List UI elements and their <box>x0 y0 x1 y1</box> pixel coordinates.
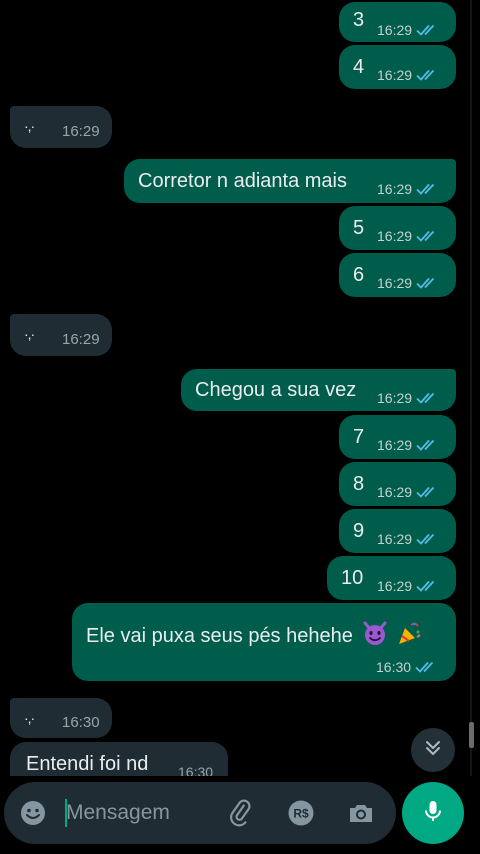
microphone-button[interactable] <box>402 782 464 844</box>
message-time: 16:29 <box>377 22 413 38</box>
message-text: ·,· <box>24 118 35 134</box>
message-meta: 16:29 <box>377 390 440 406</box>
message-composer: R$ <box>4 782 396 844</box>
message-outgoing[interactable]: 8 16:29 <box>339 462 456 506</box>
message-meta: 16:29 <box>377 22 440 38</box>
microphone-icon <box>420 798 446 829</box>
double-check-icon <box>416 391 440 405</box>
message-time: 16:29 <box>377 437 413 453</box>
message-input[interactable] <box>64 797 236 829</box>
double-check-icon <box>416 68 440 82</box>
text-caret <box>65 799 67 827</box>
message-outgoing[interactable]: 7 16:29 <box>339 415 456 459</box>
message-meta: 16:29 <box>62 124 100 140</box>
message-time: 16:29 <box>377 67 413 83</box>
message-incoming[interactable]: ·,· 16:29 <box>10 314 112 356</box>
message-outgoing[interactable]: Ele vai puxa seus pés hehehe 16:30 <box>72 603 456 681</box>
message-time: 16:29 <box>62 331 100 348</box>
message-outgoing[interactable]: 5 16:29 <box>339 206 456 250</box>
message-time: 16:29 <box>377 181 413 197</box>
message-time: 16:30 <box>178 764 214 776</box>
message-incoming[interactable]: Entendi foi nd 16:30 <box>10 742 228 776</box>
double-check-icon <box>416 23 440 37</box>
message-meta: 16:30 <box>62 715 100 731</box>
message-text: 7 <box>353 426 365 448</box>
message-text: 5 <box>353 217 365 239</box>
message-outgoing[interactable]: 4 16:29 <box>339 45 456 89</box>
chevron-double-down-icon <box>423 738 443 763</box>
double-check-icon <box>416 229 440 243</box>
message-meta: 16:30 <box>178 764 213 776</box>
message-meta: 16:29 <box>62 332 100 348</box>
smiling-devil-emoji-icon <box>362 620 388 652</box>
message-text: Ele vai puxa seus pés hehehe <box>86 620 422 652</box>
message-time: 16:30 <box>376 659 412 675</box>
message-time: 16:29 <box>377 578 413 594</box>
message-outgoing[interactable]: Corretor n adianta mais 16:29 <box>124 159 456 203</box>
message-meta: 16:29 <box>377 578 440 594</box>
message-outgoing[interactable]: 6 16:29 <box>339 253 456 297</box>
message-text: 6 <box>353 264 365 286</box>
message-time: 16:29 <box>377 390 413 406</box>
message-meta: 16:29 <box>377 484 440 500</box>
message-time: 16:29 <box>377 275 413 291</box>
message-text: 8 <box>353 473 365 495</box>
message-text: Entendi foi nd <box>26 753 149 775</box>
party-popper-emoji-icon <box>396 620 422 652</box>
double-check-icon <box>416 182 440 196</box>
message-time: 16:29 <box>377 228 413 244</box>
emoji-icon[interactable] <box>19 799 47 827</box>
message-outgoing[interactable]: 3 16:29 <box>339 2 456 42</box>
double-check-icon <box>416 276 440 290</box>
message-meta: 16:29 <box>377 275 440 291</box>
message-meta: 16:29 <box>377 437 440 453</box>
message-meta: 16:30 <box>376 659 439 675</box>
message-incoming[interactable]: ·,· 16:29 <box>10 106 112 148</box>
message-time: 16:30 <box>62 714 100 731</box>
message-text: 3 <box>353 9 365 31</box>
message-meta: 16:29 <box>377 228 440 244</box>
chat-area[interactable]: 3 16:29 4 16:29 ·,· 16:29 Corretor n adi… <box>0 0 480 776</box>
svg-text:R$: R$ <box>293 807 309 821</box>
message-text: Corretor n adianta mais <box>138 170 347 192</box>
double-check-icon <box>416 485 440 499</box>
message-text: Chegou a sua vez <box>195 379 357 401</box>
message-text: 10 <box>341 567 364 589</box>
message-meta: 16:29 <box>377 181 440 197</box>
double-check-icon <box>416 579 440 593</box>
message-meta: 16:29 <box>377 531 440 547</box>
message-text: 9 <box>353 520 365 542</box>
double-check-icon <box>416 532 440 546</box>
message-text: ·,· <box>24 326 35 342</box>
message-time: 16:29 <box>377 484 413 500</box>
scroll-track <box>470 0 472 776</box>
message-outgoing[interactable]: 10 16:29 <box>327 556 456 600</box>
message-incoming[interactable]: ·,· 16:30 <box>10 698 112 738</box>
scroll-to-bottom-button[interactable] <box>411 728 455 772</box>
message-outgoing[interactable]: Chegou a sua vez 16:29 <box>181 369 456 411</box>
message-text: 4 <box>353 56 365 78</box>
camera-icon[interactable] <box>347 799 375 827</box>
double-check-icon <box>416 438 440 452</box>
double-check-icon <box>415 660 439 674</box>
real-currency-icon[interactable]: R$ <box>287 799 315 827</box>
message-meta: 16:29 <box>377 67 440 83</box>
message-text-content: Ele vai puxa seus pés hehehe <box>86 625 353 647</box>
scrollbar-thumb[interactable] <box>469 722 474 748</box>
message-outgoing[interactable]: 9 16:29 <box>339 509 456 553</box>
message-time: 16:29 <box>62 123 100 140</box>
message-time: 16:29 <box>377 531 413 547</box>
paperclip-icon[interactable] <box>228 799 256 827</box>
message-text: ·,· <box>24 710 35 726</box>
